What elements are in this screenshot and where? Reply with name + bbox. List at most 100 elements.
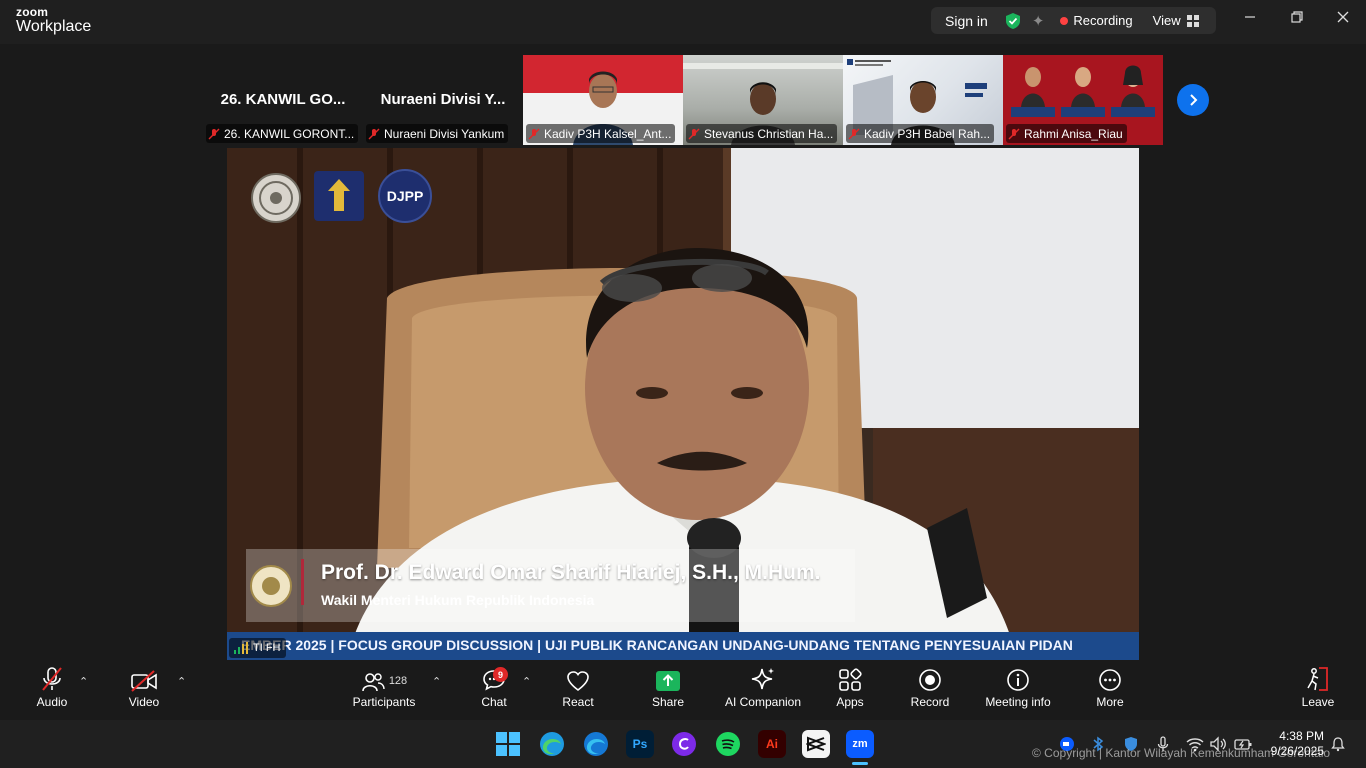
ai-sparkle-icon [751, 668, 774, 690]
meeting-status-pill: Sign in ✦ Recording View [931, 7, 1216, 34]
participant-caption: Nuraeni Divisi Yankum [366, 124, 509, 143]
participants-icon [362, 673, 385, 692]
view-label: View [1152, 13, 1181, 28]
view-button[interactable]: View [1153, 13, 1199, 28]
djpp-logo-text: DJPP [386, 188, 424, 204]
illustrator-icon[interactable]: Ai [758, 730, 786, 758]
signal-bars-icon [234, 642, 248, 654]
chat-label: Chat [481, 695, 507, 709]
record-label: Record [910, 695, 950, 709]
ai-companion-button[interactable]: AI Companion [722, 661, 804, 718]
participants-options-caret-icon[interactable]: ⌃ [432, 675, 444, 688]
encryption-shield-icon[interactable] [1004, 12, 1022, 30]
participant-tile[interactable]: Stevanus Christian Ha... [683, 55, 843, 145]
more-button[interactable]: More [1090, 661, 1130, 718]
muted-mic-icon [42, 667, 62, 691]
muted-mic-icon [368, 128, 380, 139]
meeting-info-label: Meeting info [985, 695, 1051, 709]
sign-in-button[interactable]: Sign in [945, 13, 988, 29]
participant-caption: Kadiv P3H Kalsel_Ant... [526, 124, 676, 143]
spotify-icon[interactable] [714, 730, 742, 758]
close-window-icon[interactable] [1331, 10, 1355, 34]
network-status-label: TI FH [253, 642, 281, 654]
video-options-caret-icon[interactable]: ⌃ [177, 675, 189, 688]
ai-sparkle-icon[interactable]: ✦ [1032, 12, 1045, 30]
participants-count: 128 [388, 675, 408, 687]
speaker-lower-third: Prof. Dr. Edward Omar Sharif Hiariej, S.… [246, 549, 855, 622]
ticker-text: EMBER 2025 | FOCUS GROUP DISCUSSION | UJ… [241, 637, 1073, 653]
edge-browser-icon[interactable] [582, 730, 610, 758]
speaker-role: Wakil Menteri Hukum Republik Indonesia [321, 592, 595, 608]
participant-tile[interactable]: Nuraeni Divisi Y... Nuraeni Divisi Yanku… [363, 55, 523, 145]
audio-options-caret-icon[interactable]: ⌃ [79, 675, 91, 688]
recording-label: Recording [1073, 13, 1133, 28]
participant-tile[interactable]: Rahmi Anisa_Riau [1003, 55, 1163, 145]
participant-caption-text: Kadiv P3H Babel Rah... [864, 126, 991, 141]
capcut-icon[interactable] [802, 730, 830, 758]
heart-icon [567, 671, 589, 692]
leave-button[interactable]: Leave [1298, 661, 1338, 718]
muted-mic-icon [528, 128, 540, 139]
title-bar: zoom Workplace Sign in ✦ Recording View [0, 0, 1366, 44]
participant-caption: Stevanus Christian Ha... [686, 124, 838, 143]
network-status-badge[interactable]: TI FH [229, 638, 286, 658]
zoom-workplace-logo: zoom Workplace [16, 6, 91, 35]
muted-mic-icon [208, 128, 220, 139]
participant-caption: Rahmi Anisa_Riau [1006, 124, 1127, 143]
apps-button[interactable]: Apps [830, 661, 870, 718]
participant-tile[interactable]: 26. KANWIL GO... 26. KANWIL GORONT... [203, 55, 363, 145]
share-button[interactable]: Share [648, 661, 688, 718]
gallery-grid-icon [1186, 14, 1199, 27]
participant-display-name: 26. KANWIL GO... [220, 91, 346, 108]
minimize-window-icon[interactable] [1238, 10, 1262, 34]
canva-icon[interactable] [670, 730, 698, 758]
recording-indicator[interactable]: Recording [1060, 13, 1133, 28]
news-ticker: EMBER 2025 | FOCUS GROUP DISCUSSION | UJ… [227, 632, 1139, 660]
university-seal-icon [250, 565, 292, 607]
record-button[interactable]: Record [908, 661, 952, 718]
participant-tile[interactable]: Kadiv P3H Kalsel_Ant... [523, 55, 683, 145]
participant-caption: Kadiv P3H Babel Rah... [846, 124, 995, 143]
meeting-toolbar: Audio ⌃ Video ⌃ 128 Participants ⌃ 9 Cha… [0, 661, 1366, 718]
chat-button[interactable]: 9 Chat [474, 661, 514, 718]
muted-mic-icon [1008, 128, 1020, 139]
chat-options-caret-icon[interactable]: ⌃ [522, 675, 534, 688]
active-speaker-video[interactable]: DJPP Prof. Dr. Edward Omar Sharif Hiarie… [227, 148, 1139, 660]
meeting-info-button[interactable]: Meeting info [982, 661, 1054, 718]
participant-caption-text: Stevanus Christian Ha... [704, 126, 834, 141]
logo-workplace-text: Workplace [16, 18, 92, 35]
participant-caption-text: Kadiv P3H Kalsel_Ant... [544, 126, 672, 141]
edge-browser-icon[interactable] [538, 730, 566, 758]
more-label: More [1096, 695, 1124, 709]
audio-button[interactable]: Audio [30, 661, 74, 718]
lower-third-divider [301, 559, 304, 605]
ministry-logo-icon [314, 171, 364, 221]
participant-caption-text: 26. KANWIL GORONT... [224, 126, 355, 141]
ai-companion-label: AI Companion [724, 695, 802, 709]
participant-strip: 26. KANWIL GO... 26. KANWIL GORONT... Nu… [203, 55, 1163, 145]
more-dots-icon [1099, 669, 1121, 691]
muted-mic-icon [688, 128, 700, 139]
zoom-app-icon[interactable]: zm [846, 730, 874, 758]
recording-dot-icon [1060, 16, 1069, 25]
participants-button[interactable]: 128 Participants [350, 661, 418, 718]
copyright-watermark: © Copyright | Kantor Wilayah Kemenkumham… [1032, 746, 1331, 760]
participant-tile[interactable]: Kadiv P3H Babel Rah... [843, 55, 1003, 145]
next-page-button[interactable] [1177, 84, 1209, 116]
share-screen-icon [656, 671, 680, 691]
participants-label: Participants [352, 695, 416, 709]
windows-start-icon[interactable] [494, 730, 522, 758]
speaker-name: Prof. Dr. Edward Omar Sharif Hiariej, S.… [321, 561, 821, 584]
leave-door-icon [1307, 667, 1328, 691]
participant-caption-text: Rahmi Anisa_Riau [1024, 126, 1123, 141]
institution-seal-icon [251, 173, 301, 223]
participant-caption: 26. KANWIL GORONT... [206, 124, 359, 143]
video-label: Video [128, 695, 160, 709]
share-label: Share [651, 695, 685, 709]
react-button[interactable]: React [558, 661, 598, 718]
logo-zoom-text: zoom [16, 5, 49, 19]
notification-bell-icon[interactable] [1330, 736, 1346, 755]
video-button[interactable]: Video [120, 661, 168, 718]
restore-window-icon[interactable] [1285, 10, 1309, 34]
photoshop-icon[interactable]: Ps [626, 730, 654, 758]
